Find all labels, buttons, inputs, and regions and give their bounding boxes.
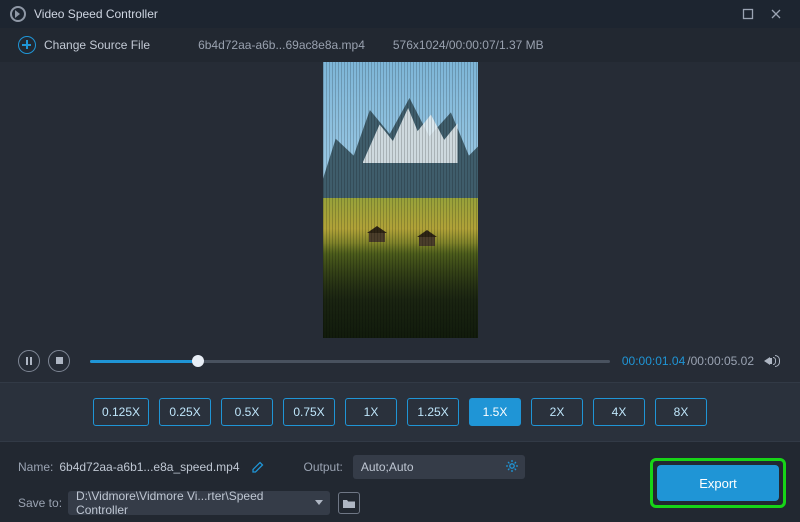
- export-highlight: Export: [650, 458, 786, 508]
- volume-icon[interactable]: [764, 353, 782, 369]
- change-source-button[interactable]: Change Source File: [44, 38, 150, 52]
- output-format-select[interactable]: Auto;Auto: [353, 455, 525, 479]
- time-current: 00:00:01.04: [622, 354, 685, 368]
- source-toolbar: Change Source File 6b4d72aa-a6b...69ac8e…: [0, 28, 800, 62]
- open-folder-button[interactable]: [338, 492, 360, 514]
- speed-4x-button[interactable]: 4X: [593, 398, 645, 426]
- output-label: Output:: [304, 460, 343, 474]
- add-source-icon[interactable]: [18, 36, 36, 54]
- stop-icon: [56, 357, 63, 364]
- speed-0-75x-button[interactable]: 0.75X: [283, 398, 335, 426]
- chevron-down-icon: [315, 500, 323, 505]
- speed-0-25x-button[interactable]: 0.25X: [159, 398, 211, 426]
- app-title: Video Speed Controller: [34, 7, 158, 21]
- speed-selector: 0.125X 0.25X 0.5X 0.75X 1X 1.25X 1.5X 2X…: [0, 382, 800, 442]
- speed-1-5x-button[interactable]: 1.5X: [469, 398, 521, 426]
- window-close-button[interactable]: [762, 3, 790, 25]
- speed-8x-button[interactable]: 8X: [655, 398, 707, 426]
- rename-button[interactable]: [250, 459, 266, 475]
- speed-0-5x-button[interactable]: 0.5X: [221, 398, 273, 426]
- pause-icon: [26, 357, 32, 365]
- preview-area: [0, 62, 800, 338]
- time-duration: 00:00:05.02: [691, 354, 754, 368]
- save-path-value: D:\Vidmore\Vidmore Vi...rter\Speed Contr…: [76, 489, 308, 517]
- seek-slider[interactable]: [90, 351, 610, 371]
- speed-2x-button[interactable]: 2X: [531, 398, 583, 426]
- window-maximize-button[interactable]: [734, 3, 762, 25]
- speed-0-125x-button[interactable]: 0.125X: [93, 398, 149, 426]
- export-button[interactable]: Export: [657, 465, 779, 501]
- speed-1x-button[interactable]: 1X: [345, 398, 397, 426]
- save-path-select[interactable]: D:\Vidmore\Vidmore Vi...rter\Speed Contr…: [68, 491, 330, 515]
- transport-bar: 00:00:01.04/00:00:05.02: [0, 338, 800, 382]
- save-to-label: Save to:: [18, 496, 62, 510]
- output-filename: 6b4d72aa-a6b1...e8a_speed.mp4: [59, 460, 239, 474]
- title-bar: Video Speed Controller: [0, 0, 800, 28]
- source-filename: 6b4d72aa-a6b...69ac8e8a.mp4: [198, 38, 365, 52]
- footer: Name: 6b4d72aa-a6b1...e8a_speed.mp4 Outp…: [0, 442, 800, 522]
- video-preview[interactable]: [323, 62, 478, 338]
- app-logo-icon: [10, 6, 26, 22]
- source-info: 576x1024/00:00:07/1.37 MB: [393, 38, 544, 52]
- pause-button[interactable]: [18, 350, 40, 372]
- output-settings-button[interactable]: [505, 459, 519, 476]
- speed-1-25x-button[interactable]: 1.25X: [407, 398, 459, 426]
- stop-button[interactable]: [48, 350, 70, 372]
- output-format-value: Auto;Auto: [361, 460, 414, 474]
- name-label: Name:: [18, 460, 53, 474]
